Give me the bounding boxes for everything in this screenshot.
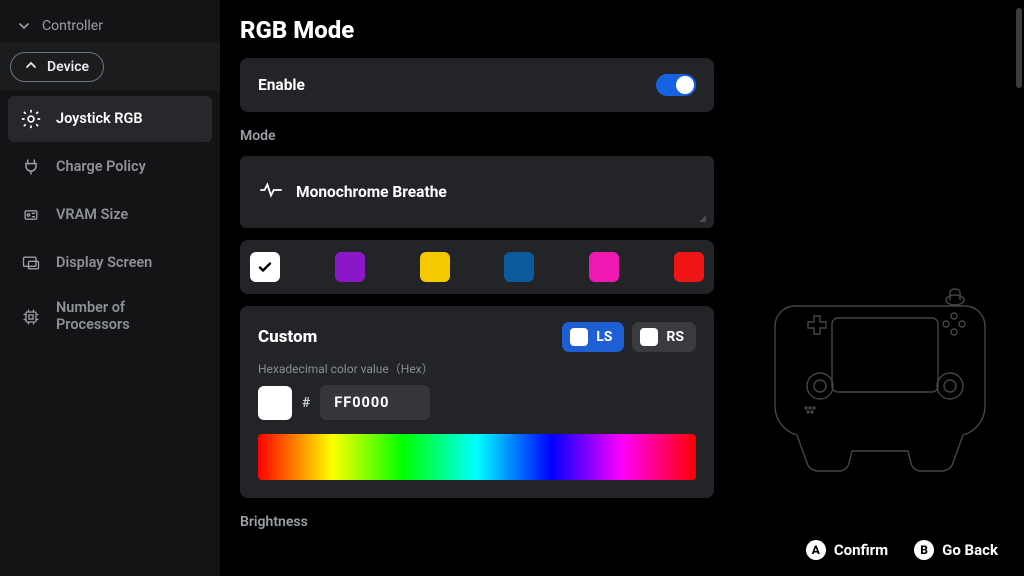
a-button-icon: A (806, 540, 826, 560)
scrollbar-thumb[interactable] (1016, 8, 1022, 88)
enable-card: Enable (240, 58, 714, 112)
chevron-down-icon (18, 20, 30, 32)
device-illustration (770, 276, 1000, 476)
sidebar-section-label: Controller (42, 18, 103, 34)
chip-icon (20, 204, 42, 226)
confirm-hint: A Confirm (806, 540, 888, 560)
hex-input[interactable] (320, 385, 430, 420)
sidebar-item-num-processors[interactable]: Number of Processors (8, 288, 212, 345)
monitor-icon (20, 252, 42, 274)
chevron-up-icon (25, 59, 37, 75)
sidebar-items: Joystick RGB Charge Policy VRAM Size Dis… (0, 90, 220, 351)
swatch-dot (570, 328, 588, 346)
color-swatch-blue[interactable] (504, 252, 534, 282)
ls-button[interactable]: LS (562, 322, 624, 352)
sidebar-item-label: Charge Policy (56, 159, 146, 176)
swatch-dot (640, 328, 658, 346)
enable-toggle[interactable] (656, 74, 696, 96)
footer-hints: A Confirm B Go Back (806, 540, 998, 560)
enable-label: Enable (258, 76, 305, 94)
hex-row: # (258, 385, 696, 420)
sidebar-section-controller[interactable]: Controller (0, 6, 220, 42)
mode-section-label: Mode (240, 128, 714, 144)
sidebar-item-label: VRAM Size (56, 207, 128, 224)
mode-selected-value: Monochrome Breathe (296, 183, 447, 201)
resize-grip-icon (699, 215, 706, 222)
plug-icon (20, 156, 42, 178)
confirm-label: Confirm (834, 541, 888, 559)
color-swatch-white[interactable] (250, 252, 280, 282)
main: RGB Mode Enable Mode Monochrome Breathe (220, 0, 1024, 576)
rs-label: RS (666, 329, 684, 345)
b-button-icon: B (914, 540, 934, 560)
custom-title: Custom (258, 327, 317, 347)
settings-column: Enable Mode Monochrome Breathe (240, 58, 714, 530)
sidebar-item-label: Number of Processors (56, 300, 202, 333)
sidebar-section-label: Device (47, 59, 89, 75)
page-title: RGB Mode (240, 16, 1016, 44)
back-label: Go Back (942, 541, 998, 559)
custom-header: Custom LS RS (258, 322, 696, 352)
color-swatch-red[interactable] (674, 252, 704, 282)
sidebar: Controller Device Joystick RGB C (0, 0, 220, 576)
mode-select[interactable]: Monochrome Breathe (240, 156, 714, 228)
color-swatch-yellow[interactable] (420, 252, 450, 282)
sidebar-section-device[interactable]: Device (10, 52, 104, 82)
hash-label: # (302, 395, 310, 411)
app-root: Controller Device Joystick RGB C (0, 0, 1024, 576)
sidebar-item-vram-size[interactable]: VRAM Size (8, 192, 212, 238)
back-hint: B Go Back (914, 540, 998, 560)
sidebar-item-label: Joystick RGB (56, 111, 143, 128)
brightness-section-label: Brightness (240, 514, 714, 530)
color-swatches (240, 240, 714, 294)
sidebar-item-display-screen[interactable]: Display Screen (8, 240, 212, 286)
gear-icon (20, 108, 42, 130)
custom-color-card: Custom LS RS Hexadecimal color value（Hex… (240, 306, 714, 498)
stick-segment: LS RS (562, 322, 696, 352)
color-swatch-magenta[interactable] (589, 252, 619, 282)
hex-hint: Hexadecimal color value（Hex） (258, 360, 696, 377)
sidebar-item-joystick-rgb[interactable]: Joystick RGB (8, 96, 212, 142)
toggle-knob (676, 76, 694, 94)
rs-button[interactable]: RS (632, 322, 696, 352)
sidebar-item-label: Display Screen (56, 255, 152, 272)
wave-icon (260, 182, 282, 202)
ls-label: LS (596, 329, 612, 345)
cpu-icon (20, 306, 42, 328)
color-swatch-purple[interactable] (335, 252, 365, 282)
hex-preview-swatch[interactable] (258, 386, 292, 420)
check-icon (257, 259, 273, 275)
sidebar-section-device-row: Device (0, 42, 220, 90)
hue-slider[interactable] (258, 434, 696, 480)
sidebar-item-charge-policy[interactable]: Charge Policy (8, 144, 212, 190)
